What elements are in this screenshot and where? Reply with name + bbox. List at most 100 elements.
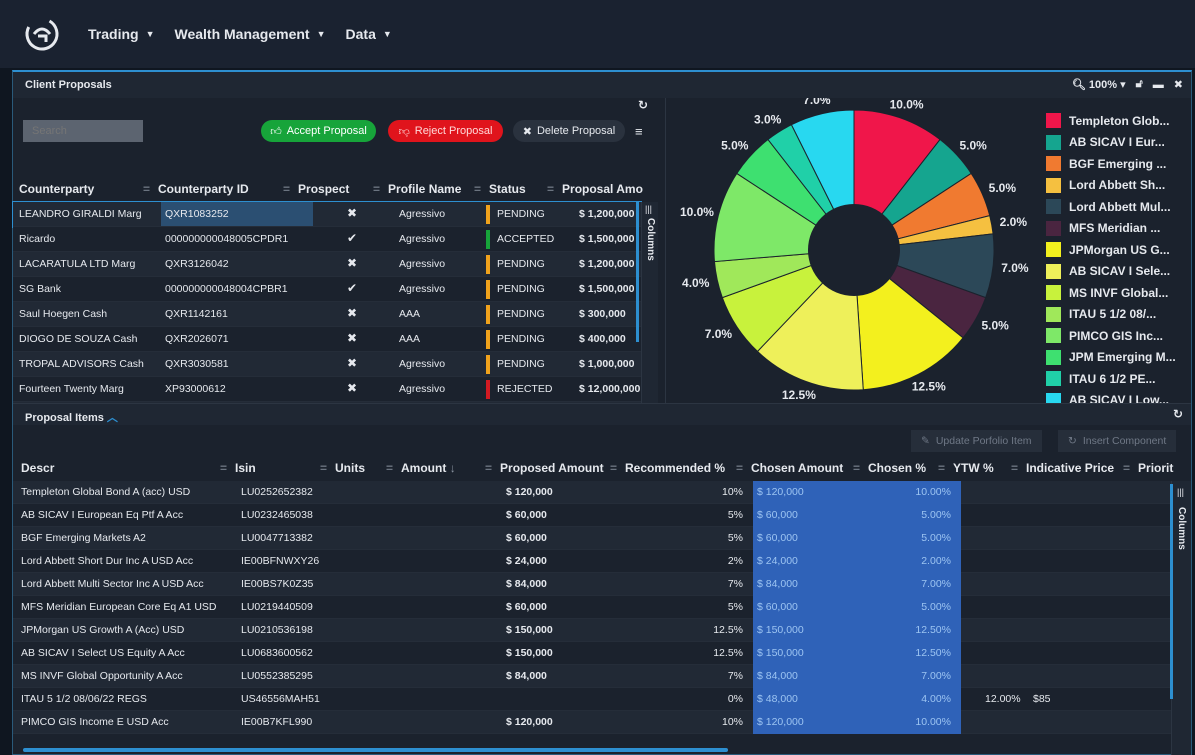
- cell-chosen-pct[interactable]: 10.00%: [883, 716, 951, 728]
- col-header-proposal-amount[interactable]: = Proposal Amo: [547, 182, 643, 196]
- refresh-icon[interactable]: ↻: [1173, 407, 1183, 421]
- cell-chosen-amount[interactable]: $ 48,000: [757, 693, 798, 705]
- search-input[interactable]: [23, 120, 143, 142]
- table-row[interactable]: AB SICAV I Select US Equity A Acc LU06836…: [13, 642, 1173, 665]
- horizontal-scrollbar[interactable]: [23, 748, 728, 752]
- legend-item[interactable]: JPM Emerging M...: [1046, 347, 1176, 369]
- col-header-profile-name[interactable]: = Profile Name: [373, 182, 461, 196]
- cell-chosen-pct[interactable]: 7.00%: [883, 670, 951, 682]
- accept-proposal-button[interactable]: 👍︎ Accept Proposal: [261, 120, 376, 142]
- cell-chosen-amount[interactable]: $ 60,000: [757, 601, 798, 613]
- legend-item[interactable]: JPMorgan US G...: [1046, 239, 1176, 261]
- col-header-isin[interactable]: = Isin: [220, 461, 256, 475]
- columns-sidebar[interactable]: ||| Columns: [641, 202, 658, 427]
- col-header-proposed-amount[interactable]: = Proposed Amount: [485, 461, 604, 475]
- nav-wealth-management[interactable]: Wealth Management ▼: [174, 26, 325, 42]
- refresh-icon[interactable]: ↻: [638, 98, 648, 112]
- cell-chosen-pct[interactable]: 4.00%: [883, 693, 951, 705]
- cell-chosen-amount[interactable]: $ 60,000: [757, 509, 798, 521]
- table-row[interactable]: Lord Abbett Multi Sector Inc A USD Acc IE…: [13, 573, 1173, 596]
- legend-item[interactable]: Templeton Glob...: [1046, 110, 1176, 132]
- vertical-scrollbar[interactable]: [1170, 484, 1173, 699]
- reject-proposal-button[interactable]: 👎︎ Reject Proposal: [388, 120, 503, 142]
- table-row[interactable]: BGF Emerging Markets A2 LU0047713382 $ 60,…: [13, 527, 1173, 550]
- proposal-items-title[interactable]: Proposal Items ︿: [25, 409, 118, 425]
- table-row[interactable]: ITAU 5 1/2 08/06/22 REGS US46556MAH51 0% $ …: [13, 688, 1173, 711]
- col-header-chosen-amount[interactable]: = Chosen Amount: [736, 461, 843, 475]
- col-header-priority[interactable]: = Priorit: [1123, 461, 1173, 475]
- cell-profile-name: AAA: [399, 308, 421, 320]
- allocation-pie-chart: 10.0% 5.0% 5.0% 2.0% 7.0% 5.0% 12.5% 12.5% 7.0% 4…: [680, 93, 1029, 402]
- menu-icon[interactable]: ≡: [635, 124, 643, 139]
- col-header-amount[interactable]: = Amount ↓: [386, 461, 456, 475]
- legend-item[interactable]: ITAU 6 1/2 PE...: [1046, 368, 1176, 390]
- proposal-items-table-header: Descr = Isin = Units = Amount ↓ = Proposed A…: [13, 455, 1191, 481]
- update-portfolio-item-button[interactable]: ✎ Update Porfolio Item: [911, 430, 1042, 452]
- table-row[interactable]: Templeton Global Bond A (acc) USD LU02526…: [13, 481, 1173, 504]
- cell-chosen-amount[interactable]: $ 60,000: [757, 532, 798, 544]
- legend-item[interactable]: AB SICAV I Sele...: [1046, 261, 1176, 283]
- col-header-chosen-pct[interactable]: = Chosen %: [853, 461, 926, 475]
- col-header-prospect[interactable]: = Prospect: [283, 182, 349, 196]
- cell-chosen-pct[interactable]: 5.00%: [883, 509, 951, 521]
- cell-chosen-pct[interactable]: 5.00%: [883, 601, 951, 613]
- table-row[interactable]: DIOGO DE SOUZA Cash QXR2026071 ✖ AAA PENDING…: [13, 327, 641, 352]
- zoom-control[interactable]: 🔍︎ 100% ▾: [1072, 78, 1126, 91]
- table-row[interactable]: PIMCO GIS Income E USD Acc IE00B7KFL990 $ …: [13, 711, 1173, 734]
- col-header-counterparty-id[interactable]: = Counterparty ID: [143, 182, 249, 196]
- legend-item[interactable]: AB SICAV I Eur...: [1046, 132, 1176, 154]
- cell-chosen-pct[interactable]: 5.00%: [883, 532, 951, 544]
- col-header-status[interactable]: = Status: [474, 182, 526, 196]
- maximize-icon[interactable]: ▬: [1153, 79, 1164, 91]
- col-header-units[interactable]: = Units: [320, 461, 365, 475]
- col-header-ytw[interactable]: = YTW %: [938, 461, 994, 475]
- nav-data[interactable]: Data ▼: [346, 26, 392, 42]
- table-row[interactable]: MS INVF Global Opportunity A Acc LU055238…: [13, 665, 1173, 688]
- col-header-counterparty[interactable]: Counterparty: [19, 182, 94, 196]
- table-row[interactable]: Saul Hoegen Cash QXR1142161 ✖ AAA PENDING $ 3…: [13, 302, 641, 327]
- cell-isin: IE00BFNWXY26: [241, 555, 320, 567]
- legend-item[interactable]: PIMCO GIS Inc...: [1046, 325, 1176, 347]
- cell-chosen-amount[interactable]: $ 84,000: [757, 578, 798, 590]
- cell-chosen-amount[interactable]: $ 150,000: [757, 624, 804, 636]
- table-row[interactable]: JPMorgan US Growth A (Acc) USD LU02105361…: [13, 619, 1173, 642]
- table-row[interactable]: Fourteen Twenty Marg XP93000612 ✖ Agressivo…: [13, 377, 641, 402]
- update-portfolio-item-label: Update Porfolio Item: [935, 435, 1032, 447]
- table-row[interactable]: LACARATULA LTD Marg QXR3126042 ✖ Agressivo P…: [13, 252, 641, 277]
- column-separator: =: [386, 461, 394, 475]
- table-row[interactable]: SG Bank 000000000048004CPBR1 ✔ Agressivo PEN…: [13, 277, 641, 302]
- cell-chosen-amount[interactable]: $ 24,000: [757, 555, 798, 567]
- vertical-scrollbar[interactable]: [636, 202, 639, 342]
- unlock-icon[interactable]: 🔓︎: [1136, 78, 1143, 91]
- close-icon[interactable]: ✖: [1174, 78, 1183, 91]
- col-header-indicative-price[interactable]: = Indicative Price: [1011, 461, 1114, 475]
- cell-chosen-pct[interactable]: 10.00%: [883, 486, 951, 498]
- legend-item[interactable]: Lord Abbett Sh...: [1046, 175, 1176, 197]
- delete-proposal-button[interactable]: ✖ Delete Proposal: [513, 120, 625, 142]
- legend-item[interactable]: ITAU 5 1/2 08/...: [1046, 304, 1176, 326]
- col-header-recommended[interactable]: = Recommended %: [610, 461, 725, 475]
- legend-item[interactable]: MS INVF Global...: [1046, 282, 1176, 304]
- app-logo[interactable]: [22, 14, 62, 54]
- columns-sidebar[interactable]: ||| Columns: [1171, 481, 1191, 755]
- nav-trading[interactable]: Trading ▼: [88, 26, 154, 42]
- table-row[interactable]: Lord Abbett Short Dur Inc A USD Acc IE00B…: [13, 550, 1173, 573]
- cell-chosen-pct[interactable]: 2.00%: [883, 555, 951, 567]
- legend-item[interactable]: Lord Abbett Mul...: [1046, 196, 1176, 218]
- table-row[interactable]: TROPAL ADVISORS Cash QXR3030581 ✖ Agressivo…: [13, 352, 641, 377]
- cell-chosen-amount[interactable]: $ 150,000: [757, 647, 804, 659]
- legend-item[interactable]: MFS Meridian ...: [1046, 218, 1176, 240]
- cell-chosen-amount[interactable]: $ 120,000: [757, 486, 804, 498]
- cell-chosen-pct[interactable]: 12.50%: [883, 624, 951, 636]
- cell-chosen-pct[interactable]: 12.50%: [883, 647, 951, 659]
- legend-item[interactable]: BGF Emerging ...: [1046, 153, 1176, 175]
- col-header-descr[interactable]: Descr: [21, 461, 54, 475]
- cell-chosen-pct[interactable]: 7.00%: [883, 578, 951, 590]
- cell-chosen-amount[interactable]: $ 84,000: [757, 670, 798, 682]
- table-row[interactable]: LEANDRO GIRALDI Marg QXR1083252 ✖ Agressivo…: [12, 201, 642, 228]
- insert-component-button[interactable]: ↻ Insert Component: [1058, 430, 1177, 452]
- table-row[interactable]: Ricardo 000000000048005CPDR1 ✔ Agressivo ACC…: [13, 227, 641, 252]
- table-row[interactable]: AB SICAV I European Eq Ptf A Acc LU023246…: [13, 504, 1173, 527]
- cell-chosen-amount[interactable]: $ 120,000: [757, 716, 804, 728]
- table-row[interactable]: MFS Meridian European Core Eq A1 USD LU02…: [13, 596, 1173, 619]
